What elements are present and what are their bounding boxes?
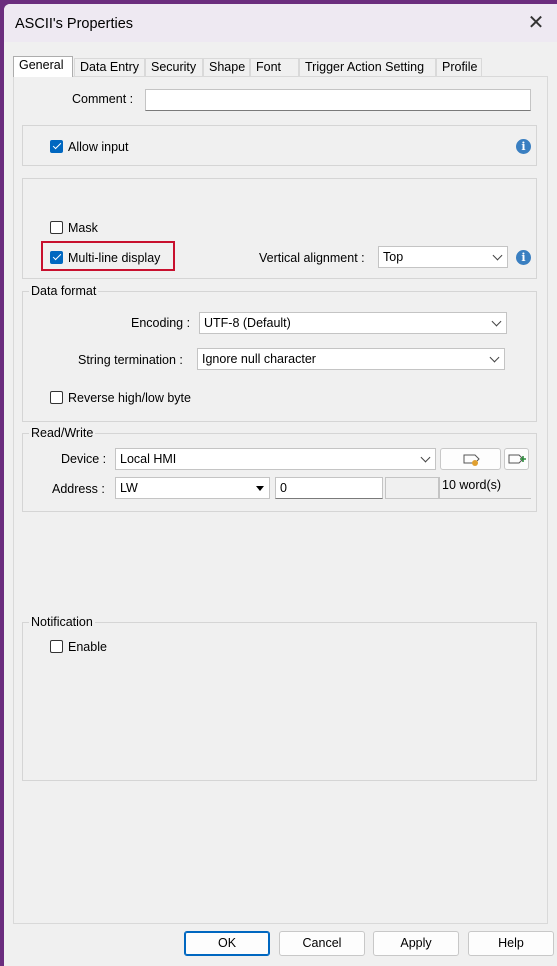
properties-dialog: ASCII's Properties ✕ General Data Entry … bbox=[4, 4, 557, 966]
multiline-display-checkbox[interactable] bbox=[50, 251, 63, 264]
general-panel: Comment : Allow input i Mask Multi-line … bbox=[13, 76, 548, 924]
comment-label: Comment : bbox=[72, 92, 134, 106]
multiline-display-label: Multi-line display bbox=[68, 251, 161, 265]
info-icon[interactable]: i bbox=[516, 139, 531, 154]
encoding-select[interactable]: UTF-8 (Default) bbox=[199, 312, 507, 334]
address-input[interactable]: 0 bbox=[275, 477, 383, 499]
allow-input-checkbox[interactable] bbox=[50, 140, 63, 153]
enable-checkbox[interactable] bbox=[50, 640, 63, 653]
info-icon[interactable]: i bbox=[516, 250, 531, 265]
chevron-down-icon bbox=[491, 316, 502, 327]
vertical-alignment-label: Vertical alignment : bbox=[259, 251, 365, 265]
device-select[interactable]: Local HMI bbox=[115, 448, 436, 470]
tab-trigger-action-setting[interactable]: Trigger Action Setting bbox=[299, 58, 436, 76]
address-label: Address : bbox=[52, 482, 105, 496]
apply-button[interactable]: Apply bbox=[373, 931, 459, 956]
comment-field[interactable] bbox=[145, 89, 531, 111]
string-termination-select[interactable]: Ignore null character bbox=[197, 348, 505, 370]
help-button[interactable]: Help bbox=[468, 931, 554, 956]
notification-title: Notification bbox=[29, 615, 95, 629]
encoding-value: UTF-8 (Default) bbox=[204, 316, 291, 330]
address-type-value: LW bbox=[120, 481, 138, 495]
read-write-group: Read/Write Device : Local HMI Address : … bbox=[22, 426, 537, 512]
string-termination-value: Ignore null character bbox=[202, 352, 316, 366]
allow-input-label: Allow input bbox=[68, 140, 129, 154]
tab-data-entry[interactable]: Data Entry bbox=[74, 58, 145, 76]
data-format-group: Data format Encoding : UTF-8 (Default) S… bbox=[22, 284, 537, 422]
caret-down-icon bbox=[256, 486, 264, 491]
allow-input-group: Allow input i bbox=[22, 125, 537, 166]
tab-general[interactable]: General bbox=[13, 56, 73, 77]
close-icon[interactable]: ✕ bbox=[525, 12, 547, 34]
string-termination-label: String termination : bbox=[78, 353, 183, 367]
vertical-alignment-value: Top bbox=[383, 250, 404, 264]
device-settings-button[interactable] bbox=[440, 448, 501, 470]
window-title: ASCII's Properties bbox=[15, 16, 134, 32]
vertical-alignment-select[interactable]: Top bbox=[378, 246, 508, 268]
title-bar: ASCII's Properties ✕ bbox=[4, 4, 557, 42]
device-value: Local HMI bbox=[120, 452, 177, 466]
device-label: Device : bbox=[61, 452, 107, 466]
enable-label: Enable bbox=[68, 640, 107, 654]
encoding-label: Encoding : bbox=[131, 316, 191, 330]
read-write-title: Read/Write bbox=[29, 426, 96, 440]
chevron-down-icon bbox=[489, 352, 500, 363]
tab-font[interactable]: Font bbox=[250, 58, 299, 76]
cancel-button[interactable]: Cancel bbox=[279, 931, 365, 956]
reverse-byte-label: Reverse high/low byte bbox=[68, 391, 191, 405]
ok-button[interactable]: OK bbox=[184, 931, 270, 956]
tab-security[interactable]: Security bbox=[145, 58, 203, 76]
chevron-down-icon bbox=[492, 250, 503, 261]
mask-checkbox[interactable] bbox=[50, 221, 63, 234]
notification-group: Notification Enable bbox=[22, 615, 537, 781]
tag-add-icon bbox=[508, 454, 526, 464]
mask-label: Mask bbox=[68, 221, 98, 235]
tab-shape[interactable]: Shape bbox=[203, 58, 250, 76]
address-type-select[interactable]: LW bbox=[115, 477, 270, 499]
display-options-group: Mask Multi-line display Vertical alignme… bbox=[22, 178, 537, 279]
tab-profile[interactable]: Profile bbox=[436, 58, 482, 76]
chevron-down-icon bbox=[420, 452, 431, 463]
size-display: 10 word(s) bbox=[439, 477, 531, 499]
address-extra-field bbox=[385, 477, 439, 499]
device-add-button[interactable] bbox=[504, 448, 529, 470]
tag-settings-icon bbox=[463, 454, 480, 466]
reverse-byte-checkbox[interactable] bbox=[50, 391, 63, 404]
data-format-title: Data format bbox=[29, 284, 99, 298]
